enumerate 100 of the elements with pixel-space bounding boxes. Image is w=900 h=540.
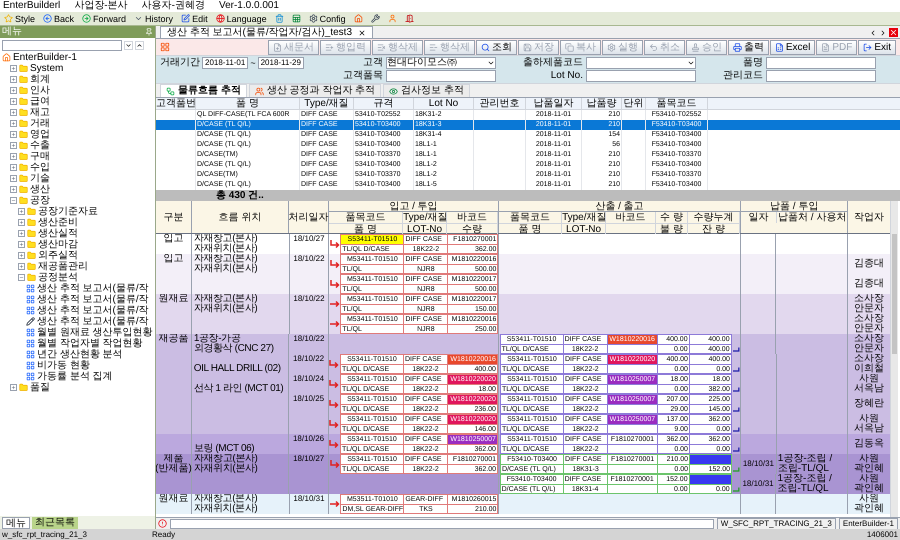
- action-button[interactable]: Exit: [858, 40, 896, 54]
- tree-item[interactable]: 기술: [30, 173, 50, 184]
- tree-item[interactable]: 급여: [30, 96, 50, 107]
- tree-item[interactable]: 영업: [30, 129, 50, 140]
- tree-item[interactable]: 품질: [30, 382, 50, 393]
- expand-icon[interactable]: [10, 87, 17, 94]
- text-field[interactable]: [386, 70, 496, 82]
- expand-icon[interactable]: [10, 76, 17, 83]
- action-button[interactable]: 조회: [476, 40, 517, 54]
- tree-item[interactable]: 재고: [30, 107, 50, 118]
- text-field[interactable]: [766, 56, 876, 69]
- column-header[interactable]: 납품일자: [526, 98, 582, 109]
- document-tab[interactable]: 생산 추적 보고서(물류/작업자/검사)_test3: [160, 26, 374, 38]
- action-button[interactable]: Excel: [770, 40, 816, 54]
- expand-icon[interactable]: [10, 109, 17, 116]
- text-field[interactable]: [766, 70, 876, 82]
- action-button[interactable]: 출력: [728, 40, 769, 54]
- tree-item[interactable]: 수입: [30, 162, 50, 173]
- toolbar-icon-button[interactable]: [404, 12, 415, 24]
- expand-icon[interactable]: [18, 241, 25, 248]
- column-header[interactable]: 납품량: [582, 98, 622, 109]
- expand-icon[interactable]: [10, 384, 17, 391]
- tree-item[interactable]: 인사: [30, 85, 50, 96]
- tree-item[interactable]: 공정분석: [38, 272, 78, 283]
- expand-icon[interactable]: [10, 120, 17, 127]
- tree-item[interactable]: 년간 생산현황 분석: [37, 349, 123, 360]
- expand-icon[interactable]: [10, 142, 17, 149]
- tree-item[interactable]: 공장: [30, 195, 50, 206]
- expand-icon[interactable]: [18, 252, 25, 259]
- expand-icon[interactable]: [18, 208, 25, 215]
- expand-icon[interactable]: [10, 175, 17, 182]
- column-header[interactable]: 관리번호: [474, 98, 526, 109]
- grid-icon[interactable]: [160, 42, 170, 52]
- tree-item[interactable]: 생산마감: [38, 239, 78, 250]
- column-header[interactable]: 품목코드: [646, 98, 708, 109]
- tree-item[interactable]: 공장기준자료: [38, 206, 98, 217]
- toolbar-button[interactable]: Edit: [180, 12, 209, 24]
- sidebar-tab[interactable]: 최근목록: [32, 516, 78, 528]
- tree-item[interactable]: 가동률 분석 집계: [37, 371, 113, 382]
- tree-item[interactable]: 생산 추적 보고서(물류/작: [37, 305, 149, 316]
- tree-item[interactable]: 월별 작업자별 작업현황: [37, 338, 143, 349]
- view-tab[interactable]: 검사정보 추적: [383, 84, 470, 97]
- dropdown-field[interactable]: 현대다이모스㈜: [386, 56, 496, 69]
- tree-item[interactable]: 월별 원재료 생산투입현황: [37, 327, 153, 338]
- tree-item[interactable]: 구매: [30, 151, 50, 162]
- expand-icon[interactable]: [18, 219, 25, 226]
- tree-item[interactable]: 비가동 현황: [37, 360, 90, 371]
- toolbar-icon-button[interactable]: [370, 12, 381, 24]
- date-field[interactable]: 2018-11-29: [258, 56, 304, 69]
- toolbar-button[interactable]: Style: [3, 12, 36, 24]
- expand-icon[interactable]: [18, 230, 25, 237]
- column-header[interactable]: Lot No: [414, 98, 474, 109]
- column-header[interactable]: 고객품번: [156, 98, 196, 109]
- close-icon[interactable]: [358, 28, 366, 36]
- tree-item[interactable]: 생산 추적 보고서(물류/작: [37, 316, 149, 327]
- tree-item[interactable]: EnterBuilder-1: [13, 52, 77, 63]
- tree-item[interactable]: 수출: [30, 140, 50, 151]
- column-header[interactable]: Type/재질: [300, 98, 354, 109]
- collapse-all-icon[interactable]: [135, 40, 144, 50]
- toolbar-button[interactable]: Forward: [81, 12, 128, 24]
- tree-item[interactable]: 거래: [30, 118, 50, 129]
- expand-icon[interactable]: [10, 65, 17, 72]
- tree-item[interactable]: 회계: [30, 74, 50, 85]
- toolbar-button[interactable]: Back: [42, 12, 76, 24]
- dropdown-field[interactable]: [586, 56, 696, 69]
- pin-icon[interactable]: [145, 28, 153, 36]
- tree-item[interactable]: System: [30, 63, 64, 74]
- expand-icon[interactable]: [10, 164, 17, 171]
- scroll-right-icon[interactable]: [879, 28, 887, 36]
- tree-item[interactable]: 재공품관리: [38, 261, 88, 272]
- column-header[interactable]: 규격: [354, 98, 414, 109]
- view-tab[interactable]: 생산 공정과 작업자 추적: [248, 84, 382, 97]
- date-field[interactable]: 2018-11-01: [202, 56, 248, 69]
- scrollbar[interactable]: [890, 201, 898, 517]
- expand-icon[interactable]: [18, 263, 25, 270]
- text-field[interactable]: [586, 70, 696, 82]
- expand-icon[interactable]: [10, 98, 17, 105]
- tree-item[interactable]: 생산: [30, 184, 50, 195]
- tree-item[interactable]: 생산준비: [38, 217, 78, 228]
- expand-icon[interactable]: [10, 186, 17, 193]
- expand-all-icon[interactable]: [124, 40, 133, 50]
- toolbar-icon-button[interactable]: [290, 12, 302, 24]
- view-tab[interactable]: 물류흐름 추적: [160, 84, 247, 97]
- tree-item[interactable]: 외주실적: [38, 250, 78, 261]
- toolbar-button[interactable]: Config: [308, 12, 347, 24]
- toolbar-button[interactable]: History: [133, 12, 174, 24]
- tree-item[interactable]: 생산 추적 보고서(물류/작: [37, 283, 149, 294]
- expand-icon[interactable]: [10, 153, 17, 160]
- collapse-icon[interactable]: [18, 274, 25, 281]
- tree-item[interactable]: 생산실적: [38, 228, 78, 239]
- scroll-left-icon[interactable]: [869, 28, 877, 36]
- column-header: Type/재질: [562, 212, 606, 223]
- collapse-icon[interactable]: [10, 197, 17, 204]
- tree-item[interactable]: 생산 추적 보고서(물류/작: [37, 294, 149, 305]
- toolbar-button[interactable]: Language: [214, 12, 268, 24]
- expand-icon[interactable]: [10, 131, 17, 138]
- column-header[interactable]: 단위: [622, 98, 646, 109]
- column-header[interactable]: 품 명: [196, 98, 300, 109]
- sidebar-tab[interactable]: 메뉴: [2, 516, 30, 528]
- search-field[interactable]: [2, 40, 122, 50]
